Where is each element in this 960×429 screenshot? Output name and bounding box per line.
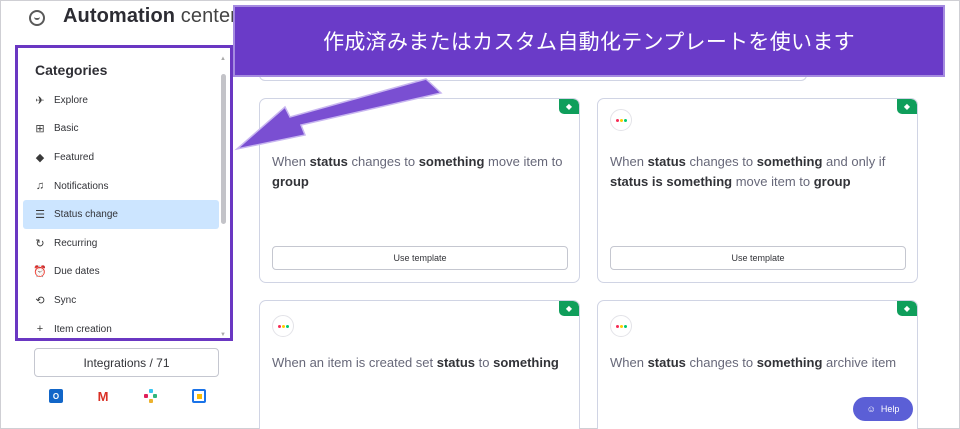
alarm-clock-icon: ⏰: [33, 266, 47, 279]
use-template-button[interactable]: Use template: [610, 246, 906, 270]
app-window: Automation center Categories ✈ Explore ⊞ Ba…: [0, 0, 960, 429]
help-button[interactable]: ☺ Help: [853, 397, 913, 421]
categories-title: Categories: [35, 62, 108, 78]
category-label: Recurring: [54, 237, 98, 249]
plus-icon: +: [36, 323, 44, 336]
premium-diamond-icon: ◆: [559, 99, 579, 114]
category-label: Sync: [54, 294, 77, 306]
category-label: Explore: [54, 94, 88, 106]
google-calendar-icon[interactable]: [192, 389, 206, 403]
category-item-featured[interactable]: ◆ Featured: [23, 143, 219, 172]
automation-logo-icon: [29, 10, 45, 26]
monday-logo-icon: [610, 109, 632, 131]
scroll-down-icon[interactable]: ▼: [220, 332, 226, 338]
template-description: When status changes to something archive…: [610, 355, 897, 370]
annotation-banner: 作成済みまたはカスタム自動化テンプレートを使います: [233, 5, 945, 77]
page-title: Automation center: [63, 5, 237, 27]
rocket-icon: ✈: [35, 94, 45, 107]
category-label: Item creation: [54, 323, 112, 335]
template-description: When status changes to something move it…: [272, 154, 563, 189]
use-template-button[interactable]: Use template: [272, 246, 568, 270]
categories-scrollbar[interactable]: ▲ ▼: [220, 56, 226, 338]
outlook-icon[interactable]: O: [49, 389, 63, 403]
help-label: Help: [880, 404, 900, 414]
template-card-3[interactable]: ◆ When an item is created set status to …: [259, 300, 580, 429]
integrations-button[interactable]: Integrations / 71: [34, 348, 219, 377]
premium-diamond-icon: ◆: [559, 301, 579, 316]
integration-apps: O M: [45, 389, 215, 409]
category-label: Basic: [54, 123, 79, 135]
template-description: When an item is created set status to so…: [272, 355, 559, 370]
status-list-icon: ☰: [35, 209, 45, 222]
sync-icon: ⟲: [35, 294, 45, 307]
bell-icon: ♫: [35, 180, 45, 193]
slack-icon[interactable]: [144, 389, 158, 403]
category-item-basic[interactable]: ⊞ Basic: [23, 115, 219, 144]
monday-logo-icon: [610, 315, 632, 337]
categories-panel: Categories ✈ Explore ⊞ Basic ◆ Featured ♫ Notif…: [15, 45, 233, 341]
banner-text: 作成済みまたはカスタム自動化テンプレートを使います: [323, 30, 855, 54]
hierarchy-icon: ⊞: [35, 123, 45, 136]
category-item-due-dates[interactable]: ⏰ Due dates: [23, 258, 219, 287]
category-label: Notifications: [54, 180, 109, 192]
category-item-explore[interactable]: ✈ Explore: [23, 86, 219, 115]
category-label: Featured: [54, 151, 95, 163]
diamond-icon: ◆: [35, 151, 45, 164]
template-card-2[interactable]: ◆ When status changes to something and o…: [597, 98, 918, 283]
scroll-up-icon[interactable]: ▲: [220, 56, 226, 62]
category-item-item-creation[interactable]: + Item creation: [23, 315, 219, 338]
category-item-sync[interactable]: ⟲ Sync: [23, 286, 219, 315]
category-item-notifications[interactable]: ♫ Notifications: [23, 172, 219, 201]
recurring-icon: ↻: [35, 237, 45, 250]
categories-list: ✈ Explore ⊞ Basic ◆ Featured ♫ Notifications ☰ St…: [23, 86, 219, 338]
template-card-1[interactable]: ◆ When status changes to something move …: [259, 98, 580, 283]
category-item-recurring[interactable]: ↻ Recurring: [23, 229, 219, 258]
template-description: When status changes to something and onl…: [610, 154, 886, 189]
category-label: Status change: [54, 209, 118, 221]
premium-diamond-icon: ◆: [897, 301, 917, 316]
gmail-icon[interactable]: M: [96, 389, 110, 404]
scrollbar-thumb[interactable]: [221, 74, 226, 224]
category-label: Due dates: [54, 266, 100, 278]
help-icon: ☺: [866, 404, 876, 414]
category-item-status-change[interactable]: ☰ Status change: [23, 200, 219, 229]
monday-logo-icon: [272, 315, 294, 337]
premium-diamond-icon: ◆: [897, 99, 917, 114]
